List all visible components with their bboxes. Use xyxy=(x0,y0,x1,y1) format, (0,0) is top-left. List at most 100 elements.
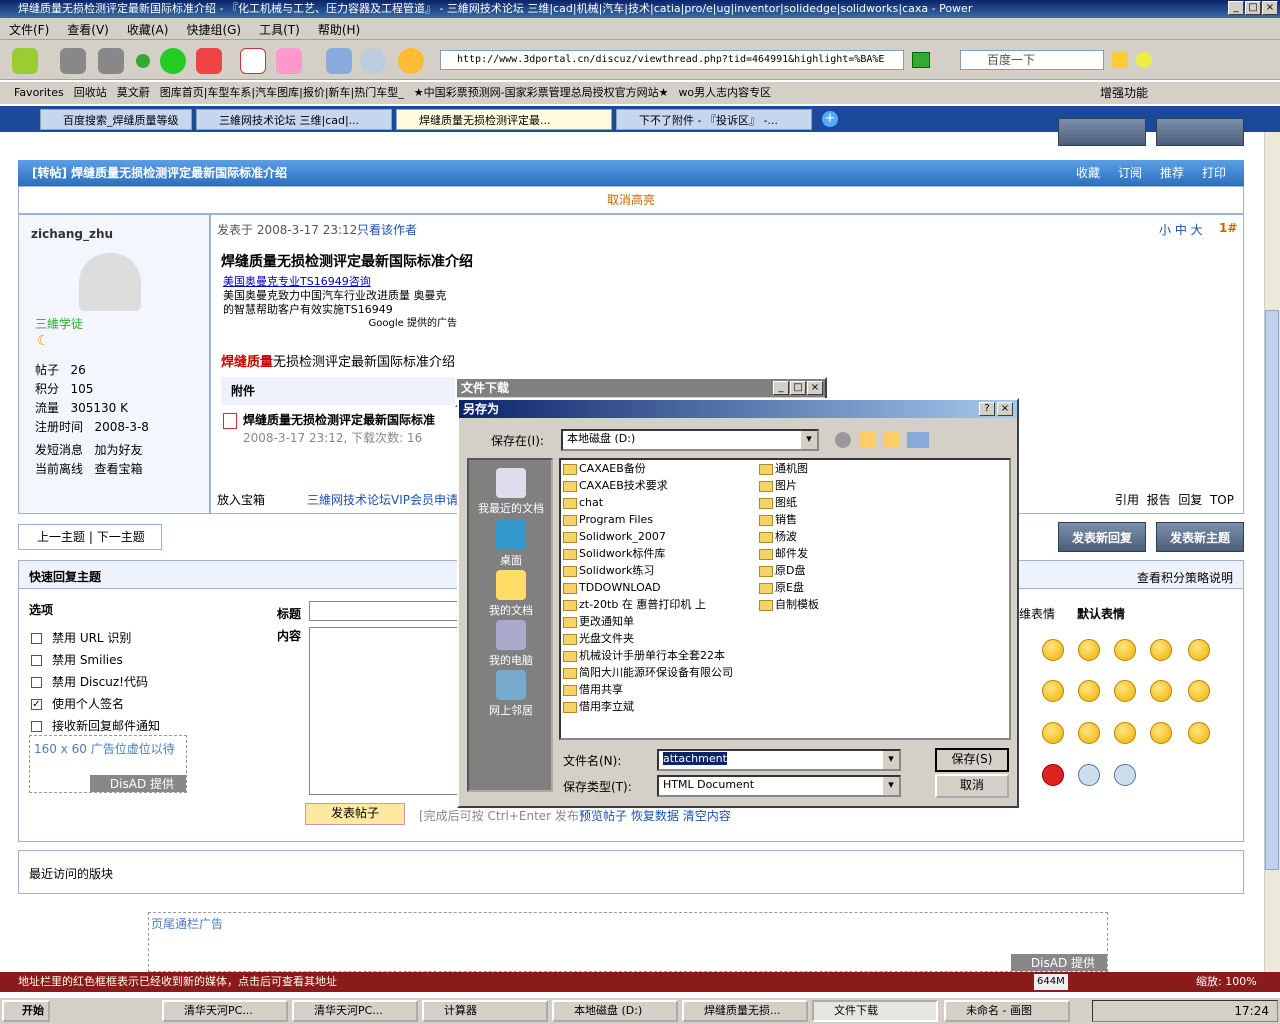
checkbox[interactable] xyxy=(31,633,42,644)
reply-link[interactable]: 回复 xyxy=(1178,493,1202,507)
tab-current[interactable]: 焊缝质量无损检测评定最... xyxy=(396,109,612,130)
restore-link[interactable]: 恢复数据 xyxy=(631,809,679,823)
lemon-icon[interactable] xyxy=(398,48,424,74)
quote-link[interactable]: 引用 xyxy=(1115,493,1139,507)
emoji-icon[interactable] xyxy=(1042,722,1064,744)
submit-post-button[interactable]: 发表帖子 xyxy=(305,803,405,825)
fav-item[interactable]: ★中国彩票预测网-国家彩票管理总局授权官方网站★ xyxy=(409,86,674,99)
enhance-button[interactable]: 增强功能 xyxy=(1100,84,1148,101)
forward-icon[interactable] xyxy=(60,48,86,74)
recommend-link[interactable]: 推荐 xyxy=(1160,166,1184,180)
folder-item[interactable]: 通机图 xyxy=(759,460,819,477)
view-box-link[interactable]: 查看宝箱 xyxy=(94,462,142,476)
place-documents[interactable]: 我的文档 xyxy=(469,570,553,618)
checkbox[interactable]: ✓ xyxy=(31,699,42,710)
up-folder-icon[interactable] xyxy=(859,432,875,448)
folder-item[interactable]: Program Files xyxy=(563,511,733,528)
folder-item[interactable]: Solidwork_2007 xyxy=(563,528,733,545)
minimize-button[interactable]: _ xyxy=(1228,1,1244,15)
place-network[interactable]: 网上邻居 xyxy=(469,670,553,718)
folder-item[interactable]: 光盘文件夹 xyxy=(563,630,733,647)
emoji-tab-other[interactable]: 维表情 xyxy=(1019,605,1055,622)
preview-link[interactable]: 预览帖子 xyxy=(579,809,627,823)
save-in-select[interactable]: 本地磁盘 (D:) ▾ xyxy=(561,429,819,451)
new-topic-button[interactable]: 发表新主题 xyxy=(1156,522,1244,552)
place-recent[interactable]: 我最近的文档 xyxy=(469,468,553,516)
only-author-link[interactable]: 只看该作者 xyxy=(357,221,417,238)
back-nav-icon[interactable] xyxy=(835,432,851,448)
author-name[interactable]: zichang_zhu xyxy=(31,227,113,241)
download-minimize-button[interactable]: _ xyxy=(773,381,789,395)
emoji-icon[interactable] xyxy=(1150,639,1172,661)
highlight-icon[interactable] xyxy=(1136,52,1152,68)
folder-item[interactable]: 原D盘 xyxy=(759,562,819,579)
emoji-icon[interactable] xyxy=(1114,680,1136,702)
emoji-icon[interactable] xyxy=(1114,639,1136,661)
folder-item[interactable]: TDDOWNLOAD xyxy=(563,579,733,596)
start-button[interactable]: 开始 xyxy=(2,1000,50,1022)
ad-link[interactable]: 美国奥曼克专业TS16949咨询 xyxy=(223,275,457,289)
fav-item[interactable]: 图库首页|车型车系|汽车图库|报价|新车|热门车型_ xyxy=(155,86,409,99)
subject-input[interactable] xyxy=(309,601,461,621)
report-link[interactable]: 报告 xyxy=(1147,493,1171,507)
content-textarea[interactable] xyxy=(309,627,461,795)
taskbar-item-active[interactable]: 文件下载 xyxy=(812,1000,938,1022)
help-button[interactable]: ? xyxy=(979,402,995,416)
emoji-tab-default[interactable]: 默认表情 xyxy=(1077,605,1125,622)
folder-item[interactable]: Solidwork练习 xyxy=(563,562,733,579)
print-link[interactable]: 打印 xyxy=(1202,166,1226,180)
fav-item[interactable]: 莫文蔚 xyxy=(112,86,155,99)
close-button[interactable]: × xyxy=(1262,1,1278,15)
save-as-close-button[interactable]: × xyxy=(997,402,1013,416)
clear-link[interactable]: 清空内容 xyxy=(683,809,731,823)
tab-complaint[interactable]: 下不了附件 - 『投诉区』 -... xyxy=(616,109,812,130)
emoji-icon[interactable] xyxy=(1042,639,1064,661)
emoji-icon[interactable] xyxy=(1078,722,1100,744)
folder-item[interactable]: Solidwork标件库 xyxy=(563,545,733,562)
filename-input[interactable]: attachment ▾ xyxy=(657,749,901,771)
phone-icon[interactable] xyxy=(1114,764,1136,786)
view-menu-icon[interactable] xyxy=(907,432,929,448)
emoji-icon[interactable] xyxy=(1078,680,1100,702)
history-icon[interactable] xyxy=(326,48,352,74)
emoji-icon[interactable] xyxy=(1078,639,1100,661)
home-icon[interactable] xyxy=(160,48,186,74)
download-maximize-button[interactable]: □ xyxy=(790,381,806,395)
stop-icon[interactable] xyxy=(98,48,124,74)
emoji-icon[interactable] xyxy=(1150,722,1172,744)
taskbar-item[interactable]: 焊缝质量无损... xyxy=(682,1000,808,1022)
cancel-button[interactable]: 取消 xyxy=(935,774,1009,798)
new-folder-icon[interactable] xyxy=(883,432,899,448)
emoji-icon[interactable] xyxy=(1042,680,1064,702)
folder-item[interactable]: zt-20tb 在 惠普打印机 上 xyxy=(563,596,733,613)
menu-help[interactable]: 帮助(H) xyxy=(309,18,369,41)
favorites-icon[interactable] xyxy=(276,48,302,74)
checkbox[interactable] xyxy=(31,655,42,666)
option-row[interactable]: 禁用 Discuz!代码 xyxy=(31,671,160,693)
close-tab-icon[interactable] xyxy=(196,48,222,74)
fav-item[interactable]: 回收站 xyxy=(69,86,112,99)
option-row[interactable]: 禁用 Smilies xyxy=(31,649,160,671)
folder-item[interactable]: 杨波 xyxy=(759,528,819,545)
top-link[interactable]: TOP xyxy=(1210,493,1234,507)
folder-item[interactable]: 借用李立斌 xyxy=(563,698,733,715)
folder-item[interactable]: 图纸 xyxy=(759,494,819,511)
emoji-icon[interactable] xyxy=(1150,680,1172,702)
next-thread-link[interactable]: 下一主题 xyxy=(97,530,145,544)
taskbar-item[interactable]: 清华天河PC... xyxy=(162,1000,288,1022)
folder-item[interactable]: 更改通知单 xyxy=(563,613,733,630)
menu-groups[interactable]: 快捷组(G) xyxy=(177,18,250,41)
download-close-button[interactable]: × xyxy=(807,381,823,395)
go-icon[interactable] xyxy=(912,52,930,68)
menu-tools[interactable]: 工具(T) xyxy=(250,18,309,41)
emoji-icon[interactable] xyxy=(1188,680,1210,702)
folder-item[interactable]: 图片 xyxy=(759,477,819,494)
folder-item[interactable]: CAXAEB技术要求 xyxy=(563,477,733,494)
new-reply-button[interactable]: 发表新回复 xyxy=(1058,522,1146,552)
search-input[interactable]: 百度一下 xyxy=(960,50,1104,70)
new-reply-button-top[interactable] xyxy=(1058,118,1146,146)
checkbox[interactable] xyxy=(31,721,42,732)
menu-view[interactable]: 查看(V) xyxy=(58,18,118,41)
menu-file[interactable]: 文件(F) xyxy=(0,18,58,41)
new-topic-button-top[interactable] xyxy=(1156,118,1244,146)
